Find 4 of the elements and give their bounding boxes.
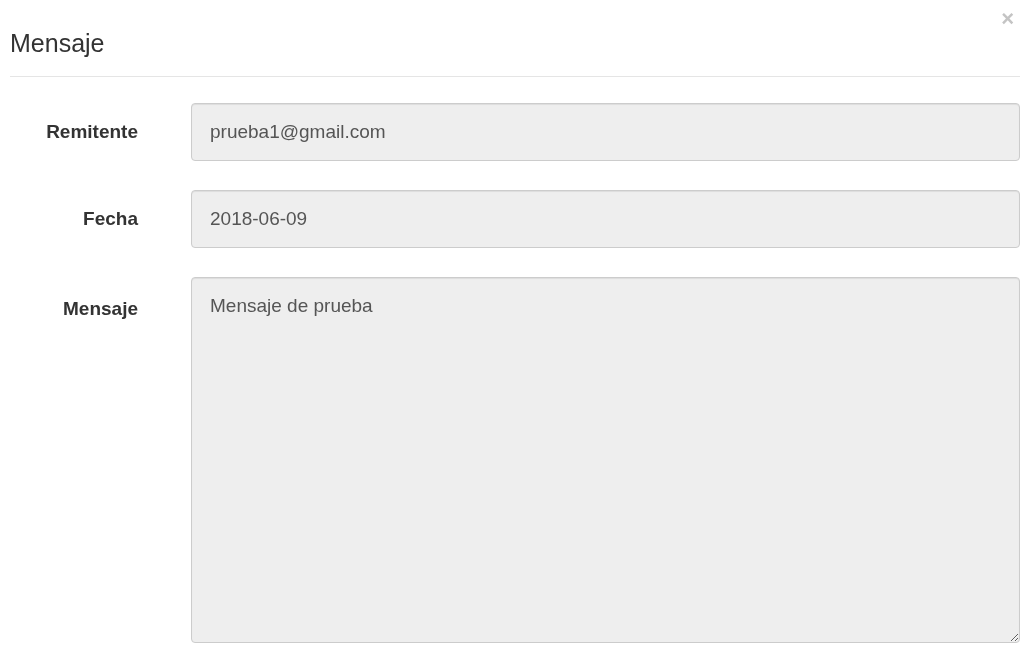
field-label: Fecha [82,206,138,231]
field-label: Remitente [45,119,138,144]
modal-title: Mensaje [10,28,105,58]
field-label: Mensaje [62,297,138,321]
